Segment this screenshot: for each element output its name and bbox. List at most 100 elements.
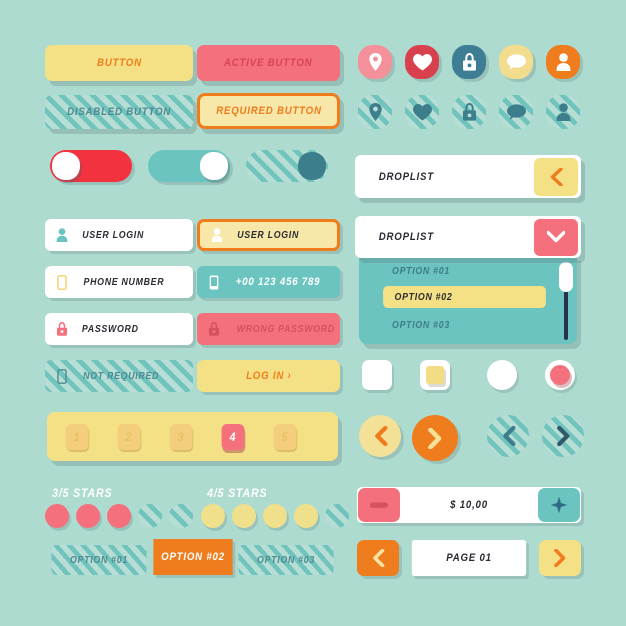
toggle-knob — [298, 152, 326, 180]
toggle-teal[interactable] — [148, 150, 230, 182]
password-error-label: WRONG PASSWORD — [236, 323, 335, 335]
chat-icon-button[interactable] — [499, 45, 533, 79]
pagination-strip: 1 2 3 4 5 — [47, 412, 338, 461]
droplist-option-2[interactable]: OPTION #02 — [383, 286, 546, 308]
increment-button[interactable] — [538, 488, 580, 522]
button-disabled-label: DISABLED BUTTON — [67, 106, 171, 118]
pin-icon — [368, 53, 382, 71]
page-key-5[interactable]: 5 — [273, 423, 297, 450]
prev-circle-button-disabled — [487, 415, 529, 457]
toggle-knob[interactable] — [200, 152, 228, 180]
rating-dot-filled[interactable] — [294, 504, 318, 528]
chevron-right-icon — [428, 427, 442, 449]
droplist-expanded-toggle[interactable] — [534, 218, 578, 256]
droplist-collapsed[interactable]: DROPLIST — [355, 155, 581, 198]
chevron-left-icon — [550, 167, 563, 186]
page-key-1[interactable]: 1 — [65, 423, 89, 450]
radio-selected[interactable] — [545, 360, 575, 390]
next-circle-button[interactable] — [412, 415, 458, 461]
lock-icon-button-disabled — [452, 95, 486, 129]
droplist-collapsed-label: DROPLIST — [378, 170, 434, 183]
lock-icon-button[interactable] — [452, 45, 486, 79]
droplist-expanded-label: DROPLIST — [378, 231, 434, 243]
user-login-field-focused[interactable]: USER LOGIN — [197, 219, 340, 251]
pin-icon-button[interactable] — [358, 45, 392, 79]
decrement-button[interactable] — [358, 488, 400, 522]
button-required-label: REQUIRED BUTTON — [215, 105, 322, 117]
chevron-right-icon — [556, 426, 569, 446]
user-login-field[interactable]: USER LOGIN — [45, 219, 193, 251]
page-next-button[interactable] — [539, 540, 581, 576]
lock-icon — [55, 322, 69, 336]
page-key-2[interactable]: 2 — [117, 423, 141, 450]
rating-dot-empty[interactable] — [325, 504, 349, 528]
user-icon — [55, 228, 69, 242]
tab-option-2-label: OPTION #02 — [161, 551, 225, 563]
chevron-left-icon — [374, 426, 387, 446]
login-button[interactable]: LOG IN › — [197, 360, 340, 392]
price-stepper: $ 10,00 — [357, 487, 581, 523]
chevron-left-icon — [502, 426, 515, 446]
heart-icon — [412, 103, 432, 120]
user-icon — [556, 53, 570, 71]
rating-3-of-5-label: 3/5 STARS — [52, 486, 113, 500]
heart-icon-button[interactable] — [405, 45, 439, 79]
button-normal[interactable]: BUTTON — [45, 45, 193, 81]
user-icon-button[interactable] — [546, 45, 580, 79]
phone-number-field[interactable]: PHONE NUMBER — [45, 266, 193, 298]
next-circle-button-disabled — [542, 415, 584, 457]
button-active-label: ACTIVE BUTTON — [224, 57, 313, 69]
droplist-option-3[interactable]: OPTION #03 — [381, 314, 551, 336]
lock-icon — [207, 322, 221, 336]
phone-icon — [207, 275, 221, 290]
rating-dot-filled[interactable] — [107, 504, 131, 528]
rating-dot-filled[interactable] — [201, 504, 225, 528]
user-icon — [210, 228, 224, 242]
rating-dot-empty[interactable] — [169, 504, 193, 528]
radio-dot — [550, 365, 570, 385]
chevron-right-icon — [554, 549, 566, 567]
chevron-down-icon — [547, 230, 565, 243]
page-key-4-active[interactable]: 4 — [221, 423, 245, 450]
prev-circle-button[interactable] — [359, 415, 401, 457]
toggle-red[interactable] — [50, 150, 132, 182]
price-value[interactable]: $ 10,00 — [409, 487, 529, 523]
button-normal-label: BUTTON — [96, 57, 142, 69]
page-prev-button[interactable] — [357, 540, 399, 576]
page-key-3[interactable]: 3 — [169, 423, 193, 450]
button-required[interactable]: REQUIRED BUTTON — [197, 93, 340, 129]
scrollbar-thumb[interactable] — [559, 262, 573, 292]
droplist-collapsed-toggle[interactable] — [534, 157, 578, 196]
chevron-left-icon — [373, 549, 385, 567]
checkbox-unchecked[interactable] — [362, 360, 392, 390]
page-value[interactable]: PAGE 01 — [411, 540, 527, 576]
tab-option-3-label: OPTION #03 — [257, 554, 315, 566]
rating-dot-filled[interactable] — [263, 504, 287, 528]
lock-icon — [462, 103, 476, 121]
not-required-label: NOT REQUIRED — [83, 370, 160, 382]
tab-option-1[interactable]: OPTION #01 — [51, 545, 147, 575]
not-required-field: NOT REQUIRED — [45, 360, 193, 392]
password-field[interactable]: PASSWORD — [45, 313, 193, 345]
user-icon-button-disabled — [546, 95, 580, 129]
toggle-knob[interactable] — [52, 152, 80, 180]
tab-option-2-active[interactable]: OPTION #02 — [153, 539, 233, 575]
droplist-option-1[interactable]: OPTION #01 — [381, 260, 551, 282]
checkbox-checked[interactable] — [420, 360, 450, 390]
radio-unselected[interactable] — [487, 360, 517, 390]
lock-icon — [462, 53, 476, 71]
rating-dot-filled[interactable] — [45, 504, 69, 528]
phone-number-field-filled[interactable]: +00 123 456 789 — [197, 266, 340, 298]
rating-dot-empty[interactable] — [138, 504, 162, 528]
password-label: PASSWORD — [81, 323, 139, 335]
password-field-error[interactable]: WRONG PASSWORD — [197, 313, 340, 345]
login-button-label: LOG IN › — [245, 370, 292, 382]
button-active[interactable]: ACTIVE BUTTON — [197, 45, 340, 81]
tab-option-3[interactable]: OPTION #03 — [238, 545, 334, 575]
droplist-expanded-header[interactable]: DROPLIST — [355, 216, 581, 258]
user-login-focused-label: USER LOGIN — [237, 229, 300, 241]
droplist-options-panel: OPTION #01 OPTION #02 OPTION #03 — [359, 256, 577, 344]
rating-dot-filled[interactable] — [232, 504, 256, 528]
rating-dot-filled[interactable] — [76, 504, 100, 528]
chat-icon — [506, 54, 526, 70]
